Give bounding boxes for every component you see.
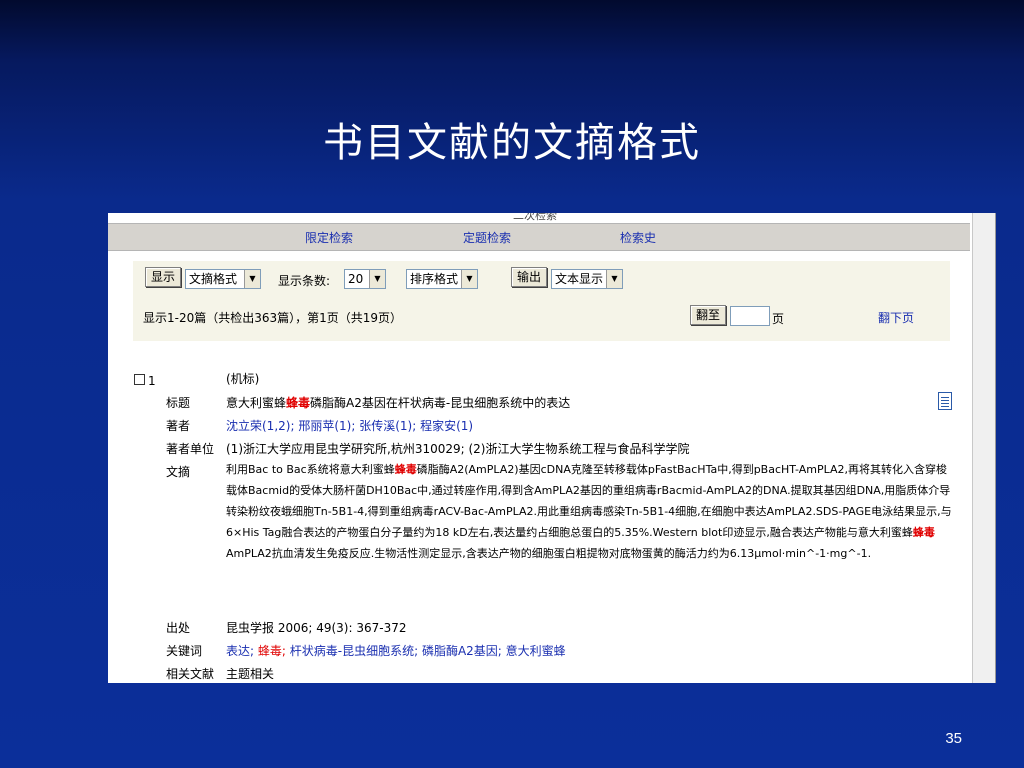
header-cut: 二次检索 (108, 213, 970, 223)
dropdown-arrow-icon: ▼ (369, 270, 385, 288)
keyword-link[interactable]: 表达; (226, 644, 254, 658)
output-select-value: 文本显示 (555, 272, 604, 286)
dropdown-arrow-icon: ▼ (461, 270, 477, 288)
abstract-label: 文摘 (166, 465, 191, 479)
record-abstract: 利用Bac to Bac系统将意大利蜜蜂蜂毒磷脂酶A2(AmPLA2)基因cDN… (226, 463, 952, 560)
author-link[interactable]: 张传溪(1); (359, 419, 416, 433)
affiliation-label: 著者单位 (166, 442, 215, 456)
dropdown-arrow-icon: ▼ (606, 270, 622, 288)
format-select[interactable]: 文摘格式 ▼ (185, 269, 261, 289)
page-unit-label: 页 (772, 312, 785, 326)
slide-title: 书目文献的文摘格式 (323, 120, 701, 166)
source-label: 出处 (166, 621, 191, 635)
title-label: 标题 (166, 396, 191, 410)
display-button[interactable]: 显示 (145, 267, 182, 287)
topic-search-link[interactable]: 定题检索 (463, 229, 511, 246)
next-page-link[interactable]: 翻下页 (878, 309, 914, 326)
display-toolbar: 显示 文摘格式 ▼ 显示条数: 20 ▼ 排序格式 ▼ 输出 文本显示 ▼ 显示… (133, 261, 950, 341)
output-select[interactable]: 文本显示 ▼ (551, 269, 623, 289)
sort-select-value: 排序格式 (410, 272, 459, 286)
keyword-link[interactable]: 意大利蜜蜂 (506, 644, 566, 658)
record-affiliation: (1)浙江大学应用昆虫学研究所,杭州310029; (2)浙江大学生物系统工程与… (226, 442, 690, 456)
document-icon[interactable] (938, 392, 952, 410)
record-item: 1 (机标) 标题 意大利蜜蜂蜂毒磷脂酶A2基因在杆状病毒-昆虫细胞系统中的表达… (108, 363, 970, 683)
keyword-link[interactable]: 杆状病毒-昆虫细胞系统; (290, 644, 418, 658)
record-keywords: 表达; 蜂毒; 杆状病毒-昆虫细胞系统; 磷脂酶A2基因; 意大利蜜蜂 (226, 642, 566, 659)
keyword-link[interactable]: 磷脂酶A2基因; (422, 644, 502, 658)
search-nav-bar: 限定检索 定题检索 检索史 (108, 223, 970, 251)
checkbox-icon[interactable] (134, 374, 145, 385)
author-link[interactable]: 程家安(1) (420, 419, 473, 433)
related-label: 相关文献 (166, 667, 215, 681)
slide-page-number: 35 (945, 730, 962, 747)
limit-search-link[interactable]: 限定检索 (305, 229, 353, 246)
screenshot-panel: 二次检索 限定检索 定题检索 检索史 显示 文摘格式 ▼ 显示条数: 20 ▼ … (108, 213, 996, 683)
count-select-value: 20 (348, 272, 364, 286)
count-label: 显示条数: (278, 274, 331, 288)
record-tag: (机标) (226, 372, 260, 386)
output-button[interactable]: 输出 (511, 267, 548, 287)
keyword-link[interactable]: 蜂毒; (258, 644, 286, 658)
format-select-value: 文摘格式 (189, 272, 238, 286)
related-link[interactable]: 主题相关 (226, 665, 274, 682)
goto-page-button[interactable]: 翻至 (690, 305, 727, 325)
dropdown-arrow-icon: ▼ (244, 270, 260, 288)
count-select[interactable]: 20 ▼ (344, 269, 386, 289)
result-status: 显示1-20篇（共检出363篇），第1页（共19页） (143, 311, 403, 325)
scrollbar[interactable] (972, 213, 995, 683)
search-history-link[interactable]: 检索史 (620, 229, 656, 246)
record-source[interactable]: 昆虫学报 2006; 49(3): 367-372 (226, 619, 406, 636)
header-cut-text: 二次检索 (513, 213, 557, 222)
sort-select[interactable]: 排序格式 ▼ (406, 269, 478, 289)
record-index: 1 (148, 374, 156, 388)
record-title: 意大利蜜蜂蜂毒磷脂酶A2基因在杆状病毒-昆虫细胞系统中的表达 (226, 396, 571, 410)
page-number-input[interactable] (730, 306, 770, 326)
authors-label: 著者 (166, 419, 191, 433)
keywords-label: 关键词 (166, 644, 203, 658)
record-authors: 沈立荣(1,2); 邢丽苹(1); 张传溪(1); 程家安(1) (226, 417, 473, 434)
author-link[interactable]: 沈立荣(1,2); (226, 419, 295, 433)
author-link[interactable]: 邢丽苹(1); (298, 419, 355, 433)
